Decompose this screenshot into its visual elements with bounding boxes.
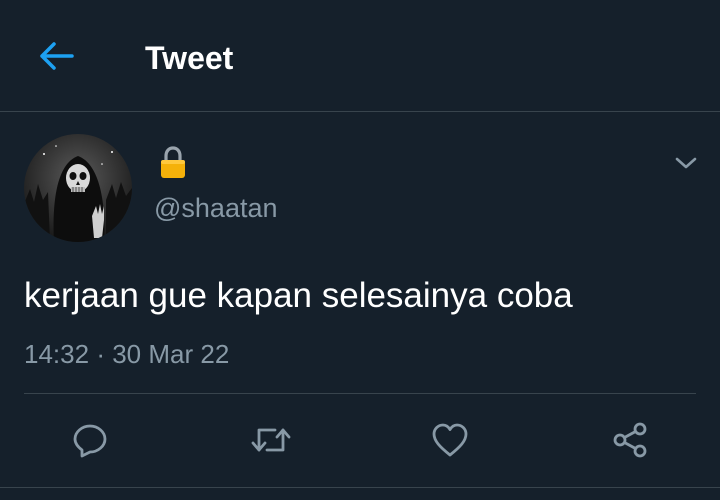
avatar-image bbox=[24, 134, 132, 242]
tweet-date: 30 Mar 22 bbox=[112, 339, 230, 369]
divider bbox=[0, 487, 720, 488]
retweet-icon bbox=[251, 428, 291, 452]
user-handle[interactable]: @shaatan bbox=[154, 191, 278, 225]
app-header: Tweet bbox=[0, 0, 720, 112]
chevron-down-icon bbox=[675, 157, 697, 169]
like-icon bbox=[432, 423, 468, 457]
lock-icon bbox=[159, 146, 187, 180]
avatar[interactable] bbox=[24, 134, 132, 242]
like-button[interactable] bbox=[422, 412, 478, 468]
retweet-button[interactable] bbox=[243, 412, 299, 468]
timestamp-separator: · bbox=[96, 339, 105, 369]
arrow-left-icon bbox=[40, 42, 74, 70]
reply-icon bbox=[73, 424, 107, 458]
share-icon bbox=[613, 422, 647, 458]
page-title: Tweet bbox=[145, 40, 234, 76]
divider bbox=[24, 393, 696, 394]
back-button[interactable] bbox=[30, 34, 82, 78]
tweet-timestamp[interactable]: 14:32 · 30 Mar 22 bbox=[24, 337, 229, 371]
tweet-time: 14:32 bbox=[24, 339, 90, 369]
more-options-button[interactable] bbox=[668, 148, 704, 178]
share-button[interactable] bbox=[602, 412, 658, 468]
reply-button[interactable] bbox=[62, 412, 118, 468]
tweet-text: kerjaan gue kapan selesainya coba bbox=[24, 276, 573, 315]
